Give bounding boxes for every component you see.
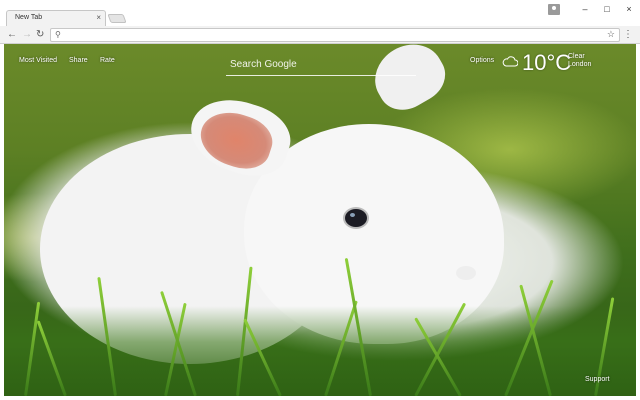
search-box xyxy=(226,54,416,76)
new-tab-page: Most Visited Share Rate Options 10°C Cle… xyxy=(4,44,636,396)
maximize-button[interactable]: □ xyxy=(596,4,618,14)
new-tab-button[interactable] xyxy=(107,14,127,23)
address-bar[interactable]: ⚲ ☆ xyxy=(50,28,620,42)
menu-icon[interactable]: ⋮ xyxy=(623,29,633,41)
close-window-button[interactable]: × xyxy=(618,4,640,14)
tab-new-tab[interactable]: New Tab × xyxy=(6,10,106,26)
back-arrow-icon[interactable]: ← xyxy=(7,29,17,41)
minimize-button[interactable]: – xyxy=(574,4,596,14)
window-controls: – □ × xyxy=(548,0,640,18)
most-visited-link[interactable]: Most Visited xyxy=(19,57,57,64)
search-icon: ⚲ xyxy=(55,30,61,39)
profile-icon[interactable] xyxy=(548,3,560,15)
weather-info: Clear London xyxy=(568,53,591,69)
temperature-value: 10°C xyxy=(522,50,572,75)
support-link[interactable]: Support xyxy=(585,376,610,383)
reload-icon[interactable]: ↻ xyxy=(36,29,44,41)
title-bar: New Tab × – □ × xyxy=(0,0,640,26)
grass-bed xyxy=(4,306,636,396)
rabbit-eye xyxy=(343,207,369,229)
weather-condition: Clear xyxy=(568,53,585,60)
rabbit-nose xyxy=(456,266,476,280)
toolbar: ← → ↻ ⚲ ☆ ⋮ xyxy=(0,26,640,44)
forward-arrow-icon[interactable]: → xyxy=(22,29,32,41)
options-link[interactable]: Options xyxy=(470,57,494,64)
share-link[interactable]: Share xyxy=(69,57,88,64)
cloud-icon xyxy=(502,56,518,67)
tab-close-icon[interactable]: × xyxy=(96,13,101,23)
tab-title: New Tab xyxy=(15,14,43,21)
weather-location: London xyxy=(568,61,592,68)
rate-link[interactable]: Rate xyxy=(100,57,115,64)
search-input[interactable] xyxy=(230,56,412,72)
bookmark-star-icon[interactable]: ☆ xyxy=(607,29,615,40)
